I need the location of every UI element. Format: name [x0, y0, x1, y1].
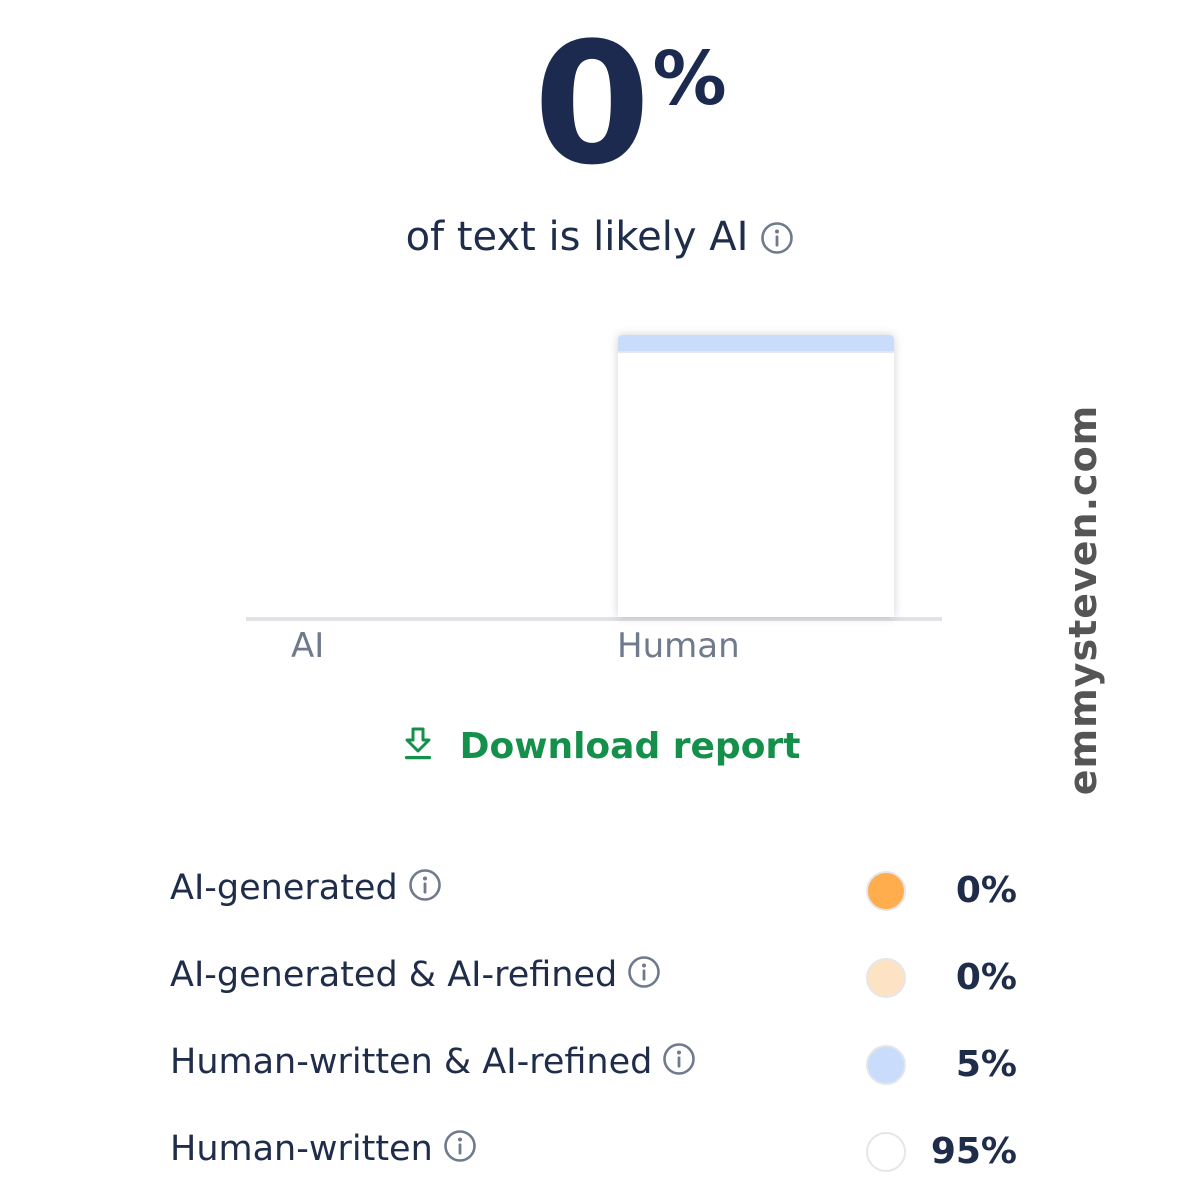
download-report-label: Download report: [459, 726, 801, 767]
info-icon[interactable]: [443, 1129, 477, 1163]
info-icon[interactable]: [408, 868, 442, 902]
legend-label-text: Human-written: [170, 1129, 433, 1169]
legend-swatch-human-written: [866, 1132, 906, 1172]
legend-value-human-written-ai-refined: 5%: [955, 1044, 1017, 1085]
category-label-ai: AI: [291, 626, 325, 666]
download-icon: [400, 726, 436, 762]
legend-row-ai-generated-ai-refined: AI-generated & AI-refined 0%: [0, 947, 1200, 1007]
bar-segment-human-written-ai-refined: [618, 335, 894, 353]
watermark: emmysteven.com: [1061, 404, 1105, 796]
legend-swatch-ai-generated-ai-refined: [866, 958, 906, 998]
legend-swatch-human-written-ai-refined: [866, 1045, 906, 1085]
legend-row-human-written-ai-refined: Human-written & AI-refined 5%: [0, 1034, 1200, 1094]
legend-label-text: Human-written & AI-refined: [170, 1042, 653, 1082]
legend-label-text: AI-generated & AI-refined: [170, 955, 618, 995]
ai-human-bar-chart: AI Human: [0, 0, 1200, 700]
legend-swatch-ai-generated: [866, 871, 906, 911]
chart-baseline: [246, 617, 942, 621]
legend-label-ai-generated-ai-refined: AI-generated & AI-refined: [170, 955, 661, 995]
info-icon[interactable]: [662, 1042, 696, 1076]
bar-human: [618, 335, 894, 617]
legend-value-human-written: 95%: [930, 1131, 1017, 1172]
legend-value-ai-generated-ai-refined: 0%: [955, 957, 1017, 998]
legend-label-text: AI-generated: [170, 868, 398, 908]
info-icon[interactable]: [627, 955, 661, 989]
category-label-human: Human: [617, 626, 740, 666]
legend-label-human-written: Human-written: [170, 1129, 477, 1169]
legend-row-ai-generated: AI-generated 0%: [0, 860, 1200, 920]
download-report-button[interactable]: Download report: [0, 726, 1200, 767]
legend-value-ai-generated: 0%: [955, 870, 1017, 911]
legend-row-human-written: Human-written 95%: [0, 1121, 1200, 1181]
legend-label-human-written-ai-refined: Human-written & AI-refined: [170, 1042, 696, 1082]
legend-label-ai-generated: AI-generated: [170, 868, 442, 908]
